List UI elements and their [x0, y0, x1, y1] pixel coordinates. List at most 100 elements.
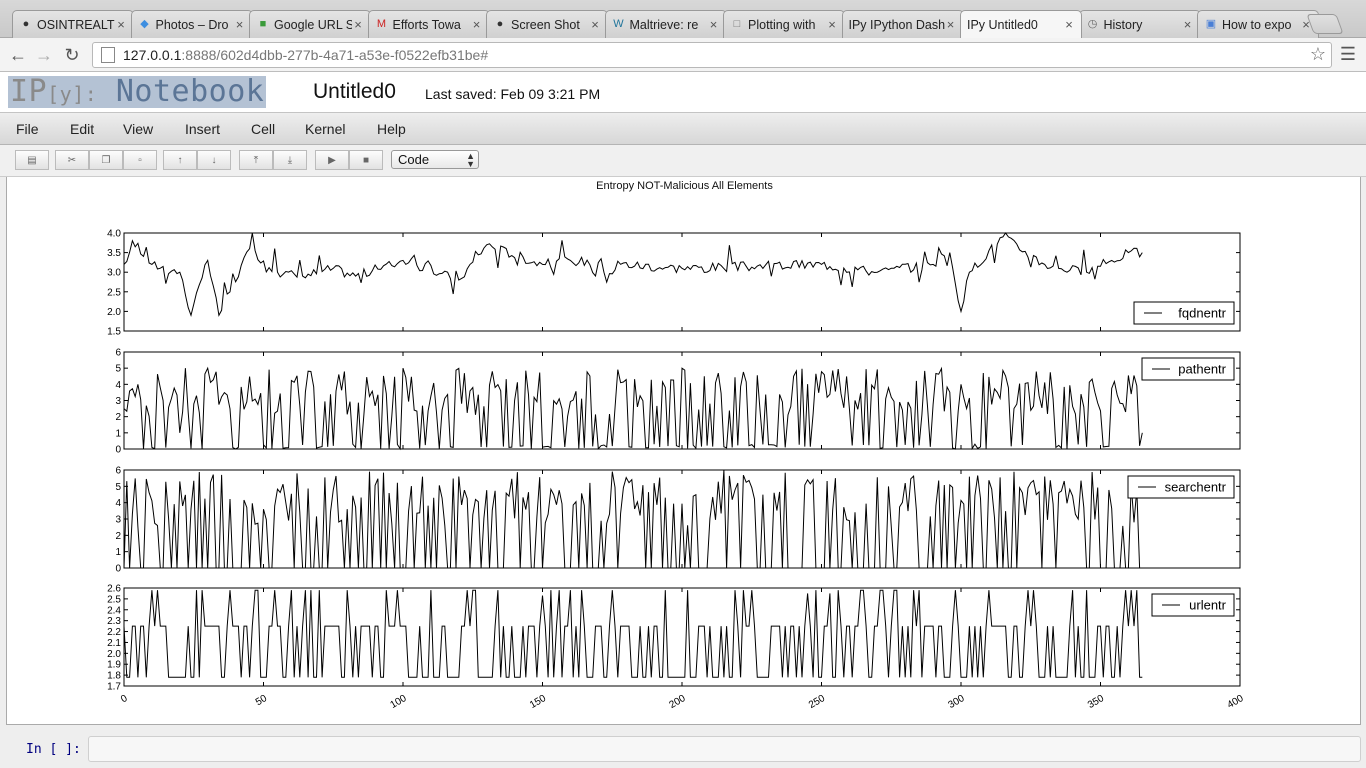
browser-tab[interactable]: ● Screen Shot ×	[486, 10, 608, 38]
plot-frame	[123, 469, 1241, 569]
browser-tab[interactable]: ◆ Photos – Dro ×	[130, 10, 253, 38]
browser-tab[interactable]: ▣ How to expo ×	[1197, 10, 1319, 38]
close-icon[interactable]: ×	[352, 17, 364, 32]
y-tick-label: 2.0	[107, 307, 121, 318]
y-tick-label: 5	[115, 364, 121, 375]
ipython-logo[interactable]: IP[y]: Notebook	[8, 74, 267, 109]
close-icon[interactable]: ×	[234, 17, 246, 32]
close-icon[interactable]: ×	[589, 17, 601, 32]
y-tick-label: 3.5	[107, 248, 121, 259]
y-tick-label: 4	[115, 498, 121, 509]
x-tick-label: 250	[807, 693, 827, 711]
y-tick-label: 2	[115, 531, 121, 542]
move-down-icon[interactable]: ↓	[197, 150, 231, 170]
y-tick-label: 1	[115, 428, 121, 439]
tab-title: Screen Shot	[511, 17, 580, 32]
close-icon[interactable]: ×	[471, 17, 483, 32]
url-bar[interactable]: 127.0.0.1:8888/602d4dbb-277b-4a71-a53e-f…	[92, 42, 1332, 68]
tab-title: Plotting with	[748, 17, 816, 32]
y-tick-label: 2.5	[107, 287, 121, 298]
y-tick-label: 1.9	[107, 660, 121, 671]
close-icon[interactable]: ×	[1063, 17, 1075, 32]
y-tick-label: 1.7	[107, 682, 121, 693]
close-icon[interactable]: ×	[708, 17, 720, 32]
y-tick-label: 2.6	[107, 584, 121, 595]
google-icon: ■	[259, 18, 267, 30]
close-icon[interactable]: ×	[115, 17, 127, 32]
forward-arrow-icon[interactable]: →	[32, 43, 56, 67]
close-icon[interactable]: ×	[826, 17, 838, 32]
paste-icon[interactable]: ▫	[123, 150, 157, 170]
notebook-toolbar: ▤ ✂ ❐ ▫ ↑ ↓ ⤒ ⤓ ▶ ■ Code ▲ ▼	[0, 145, 1366, 177]
select-arrows-icon: ▲ ▼	[466, 151, 475, 169]
logo-notebook: Notebook	[115, 74, 265, 109]
menu-kernel[interactable]: Kernel	[305, 121, 345, 137]
notebook-name[interactable]: Untitled0	[313, 80, 396, 104]
github-icon: ●	[496, 18, 504, 30]
insert-below-icon[interactable]: ⤓	[273, 150, 307, 170]
cell-type-select[interactable]: Code ▲ ▼	[391, 150, 479, 169]
close-icon[interactable]: ×	[1182, 17, 1194, 32]
menu-cell[interactable]: Cell	[251, 121, 275, 137]
x-tick-label: 50	[254, 693, 270, 708]
history-icon: ◷	[1087, 18, 1098, 30]
logo-ip: IP	[10, 74, 48, 109]
browser-tab[interactable]: □ Plotting with ×	[723, 10, 845, 38]
y-tick-label: 2	[115, 412, 121, 423]
browser-tab[interactable]: ■ Google URL S ×	[249, 10, 371, 38]
browser-tab[interactable]: M Efforts Towa ×	[367, 10, 490, 38]
reload-icon[interactable]: ↻	[60, 43, 84, 67]
browser-menu-icon[interactable]: ☰	[1340, 44, 1356, 65]
stop-icon[interactable]: ■	[349, 150, 383, 170]
bookmark-star-icon[interactable]: ☆	[1310, 44, 1326, 65]
save-icon[interactable]: ▤	[15, 150, 49, 170]
y-tick-label: 2.0	[107, 649, 121, 660]
move-up-icon[interactable]: ↑	[163, 150, 197, 170]
y-tick-label: 1.5	[107, 327, 121, 338]
menu-help[interactable]: Help	[377, 121, 406, 137]
tab-title: History	[1103, 17, 1143, 32]
legend-label: searchentr	[1165, 480, 1227, 495]
browser-tab[interactable]: ● OSINTREALTI ×	[12, 10, 134, 38]
tab-title: How to expo	[1222, 17, 1292, 32]
entropy-line-charts: 1.5 2.0 2.5 3.0 3.5 4.0 fqdnentr 0 1 2 3 4 5 6 pathent…	[107, 229, 1246, 711]
back-arrow-icon[interactable]: ←	[6, 43, 30, 67]
page-icon	[101, 47, 115, 63]
browser-tab[interactable]: W Maltrieve: re ×	[604, 10, 727, 38]
y-tick-label: 1	[115, 547, 121, 558]
tab-title: Maltrieve: re	[629, 17, 699, 32]
copy-icon[interactable]: ❐	[89, 150, 123, 170]
x-tick-label: 350	[1086, 693, 1106, 711]
cell-type-value: Code	[398, 152, 430, 167]
menu-insert[interactable]: Insert	[185, 121, 220, 137]
browser-tab[interactable]: IPy IPython Dash ×	[841, 10, 964, 38]
y-tick-label: 2.3	[107, 616, 121, 627]
y-tick-label: 6	[115, 466, 121, 477]
gmail-icon: M	[376, 18, 387, 30]
tab-title: Photos – Dro	[155, 17, 229, 32]
menu-view[interactable]: View	[123, 121, 153, 137]
browser-tab[interactable]: ◷ History ×	[1078, 10, 1201, 38]
x-tick-label: 300	[947, 693, 967, 711]
legend-label: fqdnentr	[1178, 306, 1226, 321]
y-tick-label: 3	[115, 515, 121, 526]
cut-icon[interactable]: ✂	[55, 150, 89, 170]
run-icon[interactable]: ▶	[315, 150, 349, 170]
y-tick-label: 2.1	[107, 638, 121, 649]
menu-file[interactable]: File	[16, 121, 39, 137]
y-tick-label: 5	[115, 482, 121, 493]
code-editor[interactable]	[88, 736, 1361, 762]
insert-above-icon[interactable]: ⤒	[239, 150, 273, 170]
y-tick-label: 2.4	[107, 605, 121, 616]
new-tab-button[interactable]	[1306, 14, 1344, 34]
browser-tab[interactable]: IPy Untitled0 ×	[960, 10, 1082, 38]
url-path: :8888/602d4dbb-277b-4a71-a53e-f0522efb31…	[181, 47, 489, 63]
input-prompt: In [ ]:	[26, 742, 81, 757]
github-icon: ●	[22, 18, 30, 30]
menu-edit[interactable]: Edit	[70, 121, 94, 137]
plot-frame	[123, 232, 1241, 332]
x-tick-label: 400	[1226, 693, 1246, 711]
close-icon[interactable]: ×	[945, 17, 957, 32]
legend-label: urlentr	[1189, 598, 1227, 613]
y-tick-label: 2.2	[107, 627, 121, 638]
